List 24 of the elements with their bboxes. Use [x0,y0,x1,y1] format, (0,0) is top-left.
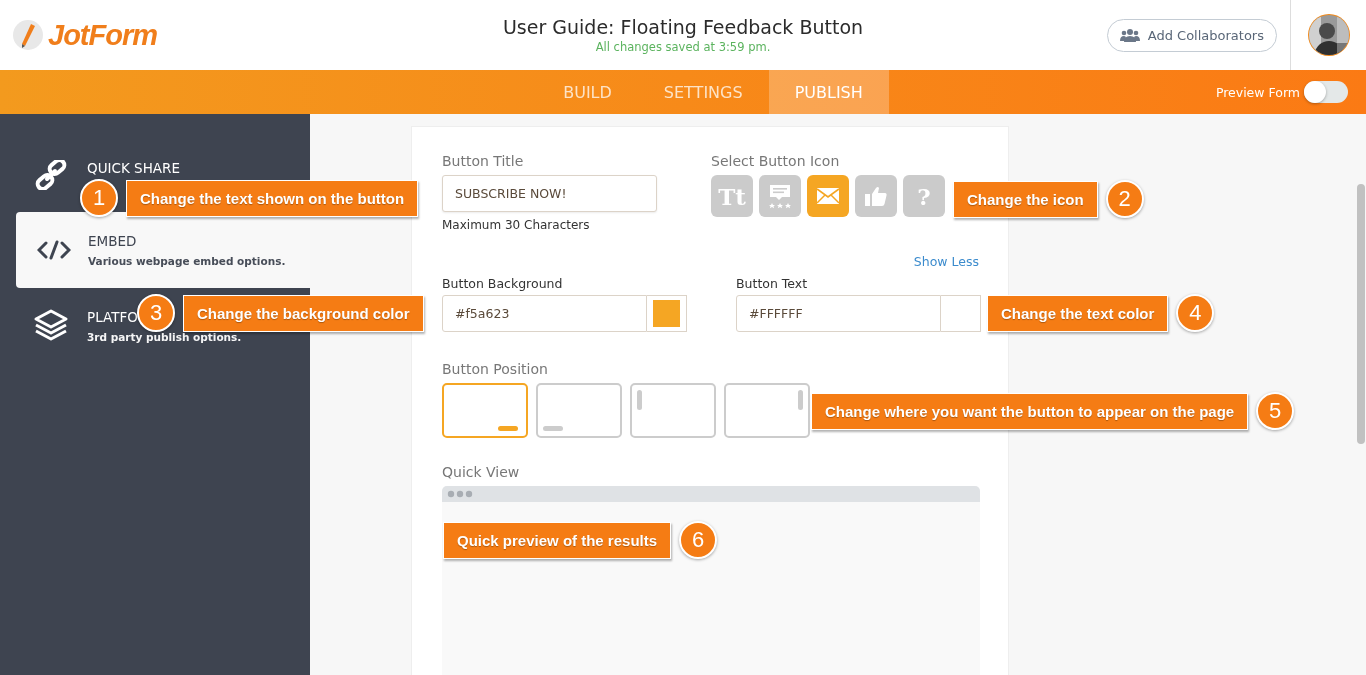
field-label: Select Button Icon [711,153,841,169]
callout-tooltip: Change where you want the button to appear on the page [811,392,1249,430]
callout-tooltip: Change the text shown on the button [126,179,419,217]
form-title: User Guide: Floating Feedback Button [502,16,864,38]
callout-tooltip: Change the background color [183,294,424,332]
save-status: All changes saved at 3:59 pm. [595,40,771,54]
field-label: Quick View [442,464,521,480]
field-label: Button Background [442,276,564,291]
sidebar-item-subtitle: Various webpage embed options. [88,255,286,267]
step-number-tooltip: 2 [1105,180,1144,218]
callout-tooltip: Change the text color [987,294,1169,332]
field-label: Button Text [736,276,809,291]
step-number-tooltip: 4 [1176,294,1215,332]
sidebar-item-title: EMBED [88,233,137,249]
preview-form-label: Preview Form [1215,84,1300,100]
field-label: Button Position [442,361,549,377]
field-label: Button Title [442,153,525,169]
field-hint: Maximum 30 Characters [442,218,591,232]
step-number-tooltip: 5 [1256,392,1295,430]
callout-tooltip: Quick preview of the results [443,521,672,559]
sidebar-item-subtitle: 3rd party publish options. [87,331,242,343]
sidebar-item-title: PLATFO [87,309,138,325]
sidebar-item-title: QUICK SHARE [87,160,180,176]
callout-tooltip: Change the icon [953,180,1098,218]
